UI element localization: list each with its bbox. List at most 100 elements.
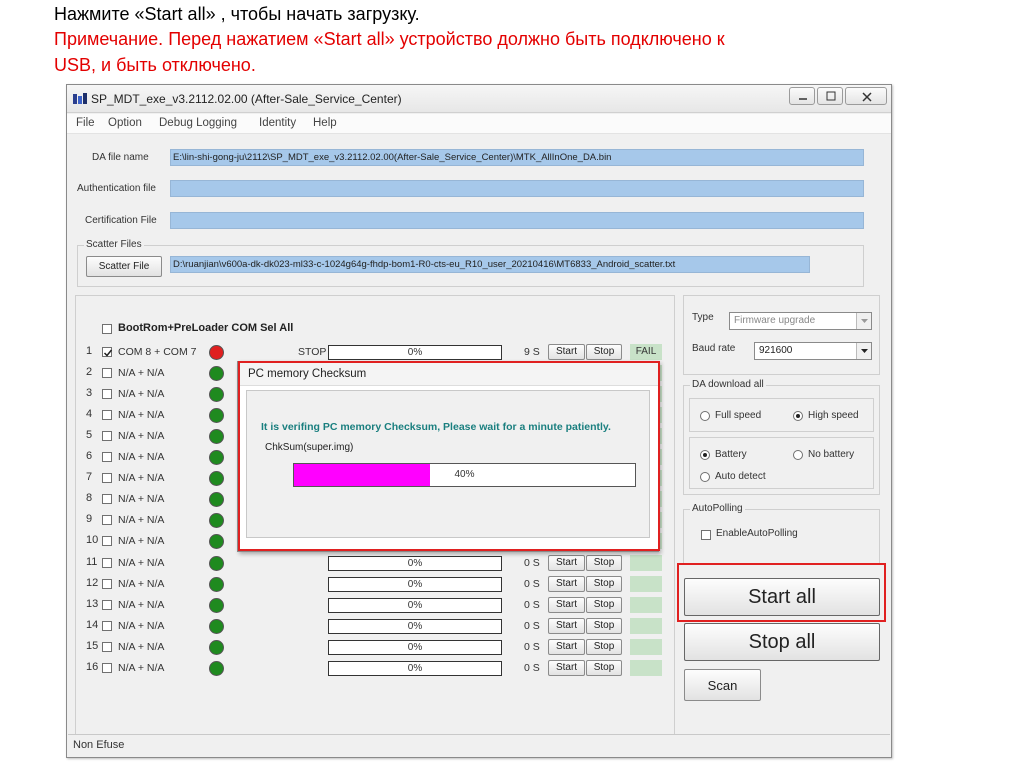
port-checkbox[interactable] <box>102 473 112 484</box>
status-text: Non Efuse <box>73 739 125 751</box>
port-start-button[interactable]: Start <box>548 344 585 360</box>
full-speed-radio[interactable] <box>700 411 710 421</box>
port-progress: 0% <box>328 639 502 655</box>
port-checkbox[interactable] <box>102 389 112 400</box>
type-group: Type Firmware upgrade Baud rate 921600 <box>683 295 880 375</box>
menu-option[interactable]: Option <box>108 117 142 129</box>
port-row: 1 COM 8 + COM 7 STOP 0% 9 S Start Stop FAIL <box>76 342 674 362</box>
port-result <box>630 554 662 571</box>
port-name: N/A + N/A <box>118 388 165 401</box>
menu-file[interactable]: File <box>76 117 95 129</box>
port-number: 6 <box>86 450 93 463</box>
port-name: N/A + N/A <box>118 409 165 422</box>
stop-all-button[interactable]: Stop all <box>684 623 880 661</box>
port-number: 14 <box>86 618 99 631</box>
port-checkbox[interactable] <box>102 410 112 421</box>
menu-identity[interactable]: Identity <box>259 117 296 129</box>
port-time: 0 S <box>524 640 540 653</box>
battery-radio[interactable] <box>700 450 710 460</box>
port-checkbox[interactable] <box>102 494 112 505</box>
port-start-button[interactable]: Start <box>548 575 585 592</box>
port-number: 9 <box>86 513 93 526</box>
port-stop-button[interactable]: Stop <box>586 344 622 360</box>
port-checkbox[interactable] <box>102 578 112 589</box>
port-start-button[interactable]: Start <box>548 659 585 676</box>
port-checkbox[interactable] <box>102 515 112 526</box>
port-progress: 0% <box>328 660 502 676</box>
port-state: STOP <box>298 346 327 358</box>
port-stop-button[interactable]: Stop <box>586 617 622 634</box>
auth-file-field[interactable] <box>170 180 864 197</box>
port-start-button[interactable]: Start <box>548 638 585 655</box>
port-status-dot <box>209 366 224 382</box>
cert-file-field[interactable] <box>170 212 864 229</box>
port-number: 7 <box>86 471 93 484</box>
battery-label: Battery <box>715 449 747 460</box>
scan-button[interactable]: Scan <box>684 669 761 701</box>
port-status-dot <box>209 555 224 571</box>
port-checkbox[interactable] <box>102 662 112 673</box>
scatter-file-button[interactable]: Scatter File <box>86 256 162 277</box>
minimize-icon <box>799 98 807 100</box>
port-checkbox[interactable] <box>102 347 113 357</box>
port-checkbox[interactable] <box>102 641 112 652</box>
type-chevron-down-icon <box>856 313 871 329</box>
enable-autopolling-checkbox[interactable] <box>701 530 711 540</box>
port-stop-button[interactable]: Stop <box>586 659 622 676</box>
port-stop-button[interactable]: Stop <box>586 575 622 592</box>
port-progress: 0% <box>328 597 502 613</box>
port-number: 2 <box>86 366 93 379</box>
baud-rate-label: Baud rate <box>692 343 736 354</box>
menu-debug-logging[interactable]: Debug Logging <box>159 117 237 129</box>
da-download-group: DA download all Full speed High speed Ba… <box>683 379 880 495</box>
port-checkbox[interactable] <box>102 557 112 568</box>
port-name: N/A + N/A <box>118 451 165 464</box>
port-checkbox[interactable] <box>102 452 112 463</box>
port-checkbox[interactable] <box>102 368 112 379</box>
com-sel-all-checkbox[interactable] <box>102 324 112 334</box>
menu-help[interactable]: Help <box>313 117 337 129</box>
autopolling-caption: AutoPolling <box>690 503 745 514</box>
type-select[interactable]: Firmware upgrade <box>729 312 872 330</box>
port-status-dot <box>209 492 224 508</box>
port-name: COM 8 + COM 7 <box>118 346 197 358</box>
port-stop-button[interactable]: Stop <box>586 596 622 613</box>
check-icon <box>103 349 113 357</box>
no-battery-radio[interactable] <box>793 450 803 460</box>
port-checkbox[interactable] <box>102 599 112 610</box>
port-start-button[interactable]: Start <box>548 596 585 613</box>
port-progress: 0% <box>328 618 502 634</box>
port-stop-button[interactable]: Stop <box>586 554 622 571</box>
port-status-dot <box>209 534 224 550</box>
port-time: 0 S <box>524 598 540 611</box>
port-number: 3 <box>86 387 93 400</box>
port-row: 11 N/A + N/A 0% 0 S Start Stop <box>76 553 674 573</box>
port-progress: 0% <box>328 576 502 592</box>
speed-subgroup: Full speed High speed <box>689 398 874 432</box>
port-number: 13 <box>86 597 99 610</box>
port-checkbox[interactable] <box>102 620 112 631</box>
port-start-button[interactable]: Start <box>548 554 585 571</box>
port-result <box>630 659 662 676</box>
enable-autopolling-label: EnableAutoPolling <box>716 528 798 539</box>
type-value: Firmware upgrade <box>734 315 816 326</box>
close-button[interactable] <box>845 87 887 105</box>
minimize-button[interactable] <box>789 87 815 105</box>
port-checkbox[interactable] <box>102 431 112 442</box>
port-result <box>630 638 662 655</box>
port-status-dot <box>209 660 224 676</box>
da-file-field[interactable]: E:\lin-shi-gong-ju\2112\SP_MDT_exe_v3.21… <box>170 149 864 166</box>
baud-rate-select[interactable]: 921600 <box>754 342 872 360</box>
high-speed-radio[interactable] <box>793 411 803 421</box>
scatter-file-field[interactable]: D:\ruanjian\v600a-dk-dk023-ml33-c-1024g6… <box>170 256 810 273</box>
port-stop-button[interactable]: Stop <box>586 638 622 655</box>
port-row: 13 N/A + N/A 0% 0 S Start Stop <box>76 595 674 615</box>
port-start-button[interactable]: Start <box>548 617 585 634</box>
no-battery-label: No battery <box>808 449 855 460</box>
maximize-button[interactable] <box>817 87 843 105</box>
port-name: N/A + N/A <box>118 535 165 548</box>
port-checkbox[interactable] <box>102 536 112 547</box>
slide-note-line-1: Примечание. Перед нажатием «Start all» у… <box>54 29 725 49</box>
auto-detect-radio[interactable] <box>700 472 710 482</box>
da-file-label: DA file name <box>92 152 149 163</box>
